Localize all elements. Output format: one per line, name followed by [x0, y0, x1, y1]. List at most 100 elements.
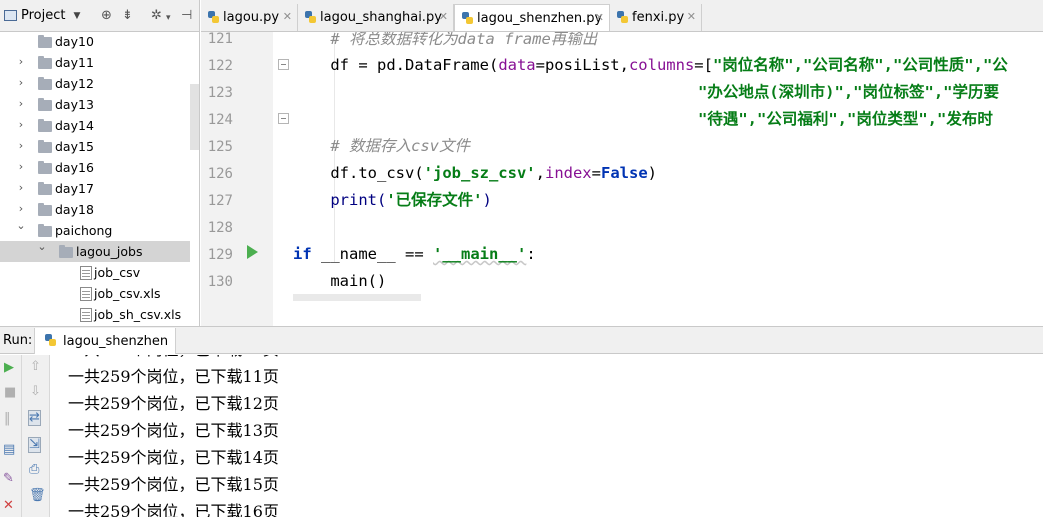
- code-string: "岗位名称","公司名称","公司性质","公: [712, 56, 1008, 74]
- editor-horizontal-scrollbar[interactable]: [293, 294, 421, 301]
- folder-icon: [38, 119, 52, 132]
- run-tab[interactable]: lagou_shenzhen: [34, 328, 176, 354]
- close-icon[interactable]: ✕: [595, 11, 604, 24]
- restore-layout-icon[interactable]: ▤: [3, 443, 15, 457]
- gear-dropdown-icon[interactable]: ▾: [166, 11, 171, 25]
- scroll-to-end-icon[interactable]: ⇲: [28, 437, 41, 453]
- code-text: ==: [395, 245, 433, 263]
- rerun-icon[interactable]: ▶: [4, 361, 14, 375]
- console-line: 一共259个岗位，已下载10页: [68, 355, 279, 363]
- folder-icon: [38, 161, 52, 174]
- tab-label: lagou.py: [223, 10, 280, 25]
- tab-fenxi-py[interactable]: fenxi.py ✕: [610, 4, 702, 31]
- tree-item-job-sh-csv-xls[interactable]: job_sh_csv.xls: [0, 304, 190, 325]
- line-number: 130: [207, 274, 233, 290]
- line-number: 128: [207, 220, 233, 236]
- tree-item-paichong[interactable]: ⌄ paichong: [0, 219, 190, 241]
- code-line-129[interactable]: if __name__ == '__main__':: [293, 241, 536, 268]
- code-line-125[interactable]: # 数据存入csv文件: [293, 133, 470, 160]
- console-line: 一共259个岗位，已下载15页: [68, 475, 279, 494]
- run-console[interactable]: 一共259个岗位，已下载10页一共259个岗位，已下载11页一共259个岗位，已…: [50, 355, 1043, 517]
- tree-item-day18[interactable]: › day18: [0, 199, 190, 220]
- trash-icon[interactable]: 🗑: [29, 489, 46, 503]
- chevron-down-icon[interactable]: ⌄: [37, 240, 47, 253]
- down-arrow-icon[interactable]: ⇩: [30, 385, 41, 399]
- chevron-right-icon[interactable]: ›: [16, 76, 26, 89]
- tree-item-label: day16: [55, 160, 94, 175]
- hide-panel-icon[interactable]: ⊣: [181, 9, 192, 23]
- code-line-130[interactable]: main(): [293, 268, 386, 295]
- chevron-right-icon[interactable]: ›: [16, 55, 26, 68]
- stop-icon[interactable]: ■: [4, 386, 16, 400]
- code-text: ,: [535, 164, 545, 182]
- code-editor[interactable]: 121 122 123 124 125 126 127 128 129 130 # 将总数据转化为…: [201, 32, 1043, 326]
- tree-item-job-csv-xls[interactable]: job_csv.xls: [0, 283, 190, 304]
- python-file-icon: [617, 11, 628, 24]
- chevron-right-icon[interactable]: ›: [16, 139, 26, 152]
- chevron-down-icon[interactable]: ▼: [73, 11, 80, 21]
- run-panel-header: Run: lagou_shenzhen: [0, 326, 1043, 354]
- line-number: 129: [207, 247, 233, 263]
- tree-item-day11[interactable]: › day11: [0, 52, 190, 73]
- code-text: main(): [330, 272, 387, 290]
- soft-wrap-icon[interactable]: ⇄: [28, 410, 41, 426]
- gear-icon[interactable]: ✲: [151, 9, 162, 23]
- tab-lagou-py[interactable]: lagou.py ✕: [201, 4, 298, 31]
- close-icon[interactable]: ✕: [3, 499, 14, 513]
- code-line-121[interactable]: # 将总数据转化为data frame再输出: [293, 32, 597, 53]
- tree-item-label: job_csv.xls: [94, 286, 161, 301]
- chevron-right-icon[interactable]: ›: [16, 97, 26, 110]
- tree-item-day15[interactable]: › day15: [0, 136, 190, 157]
- tree-item-lagou-jobs[interactable]: ⌄ lagou_jobs: [0, 240, 190, 262]
- tree-item-day14[interactable]: › day14: [0, 115, 190, 136]
- tree-item-job-csv[interactable]: job_csv: [0, 262, 190, 283]
- folder-icon: [38, 203, 52, 216]
- close-icon[interactable]: ✕: [439, 10, 448, 23]
- code-param: columns: [628, 56, 695, 74]
- tree-item-day12[interactable]: › day12: [0, 73, 190, 94]
- chevron-right-icon[interactable]: ›: [16, 118, 26, 131]
- code-line-122[interactable]: df = pd.DataFrame(data=posiList,columns=…: [293, 52, 1008, 79]
- pin-icon[interactable]: ✎: [3, 472, 14, 486]
- folder-icon: [38, 35, 52, 48]
- editor-gutter: 121 122 123 124 125 126 127 128 129 130: [201, 32, 273, 326]
- tree-item-label: day11: [55, 55, 94, 70]
- tab-lagou-shanghai-py[interactable]: lagou_shanghai.py ✕: [298, 4, 454, 31]
- up-arrow-icon[interactable]: ⇧: [30, 360, 41, 374]
- project-title[interactable]: Project: [21, 8, 65, 23]
- collapse-all-icon[interactable]: ⇟: [122, 9, 133, 23]
- close-icon[interactable]: ✕: [687, 10, 696, 23]
- tree-item-day17[interactable]: › day17: [0, 178, 190, 199]
- code-line-124[interactable]: "待遇","公司福利","岗位类型","发布时: [698, 106, 993, 133]
- folder-icon: [38, 56, 52, 69]
- pause-icon[interactable]: ‖: [4, 412, 11, 426]
- chevron-down-icon[interactable]: ⌄: [16, 219, 26, 232]
- print-icon[interactable]: ⎙: [29, 463, 39, 477]
- chevron-right-icon[interactable]: ›: [16, 202, 26, 215]
- chevron-right-icon[interactable]: ›: [16, 160, 26, 173]
- line-number: 125: [207, 139, 233, 155]
- code-line-126[interactable]: df.to_csv('job_sz_csv',index=False): [293, 160, 657, 187]
- fold-marker-icon[interactable]: [278, 113, 289, 124]
- project-scrollbar[interactable]: [190, 84, 199, 150]
- run-gutter-icon[interactable]: [247, 245, 258, 259]
- folder-icon: [59, 245, 73, 258]
- code-comment: # 将总数据转化为data frame再输出: [330, 32, 598, 48]
- tab-lagou-shenzhen-py[interactable]: lagou_shenzhen.py ✕: [454, 4, 610, 31]
- python-file-icon: [208, 11, 219, 24]
- chevron-right-icon[interactable]: ›: [16, 181, 26, 194]
- console-line: 一共259个岗位，已下载14页: [68, 448, 279, 467]
- code-line-127[interactable]: print('已保存文件'): [293, 187, 492, 214]
- tree-item-day10[interactable]: day10: [0, 31, 190, 52]
- tree-item-day13[interactable]: › day13: [0, 94, 190, 115]
- fold-marker-icon[interactable]: [278, 59, 289, 70]
- tree-item-label: paichong: [55, 223, 113, 238]
- file-icon: [80, 287, 92, 301]
- crosshair-icon[interactable]: ⊕: [101, 9, 112, 23]
- tab-label: lagou_shanghai.py: [320, 10, 442, 25]
- tree-item-label: day18: [55, 202, 94, 217]
- tree-item-day16[interactable]: › day16: [0, 157, 190, 178]
- code-text: =[: [694, 56, 713, 74]
- close-icon[interactable]: ✕: [283, 10, 292, 23]
- code-line-123[interactable]: "办公地点(深圳市)","岗位标签","学历要: [698, 79, 999, 106]
